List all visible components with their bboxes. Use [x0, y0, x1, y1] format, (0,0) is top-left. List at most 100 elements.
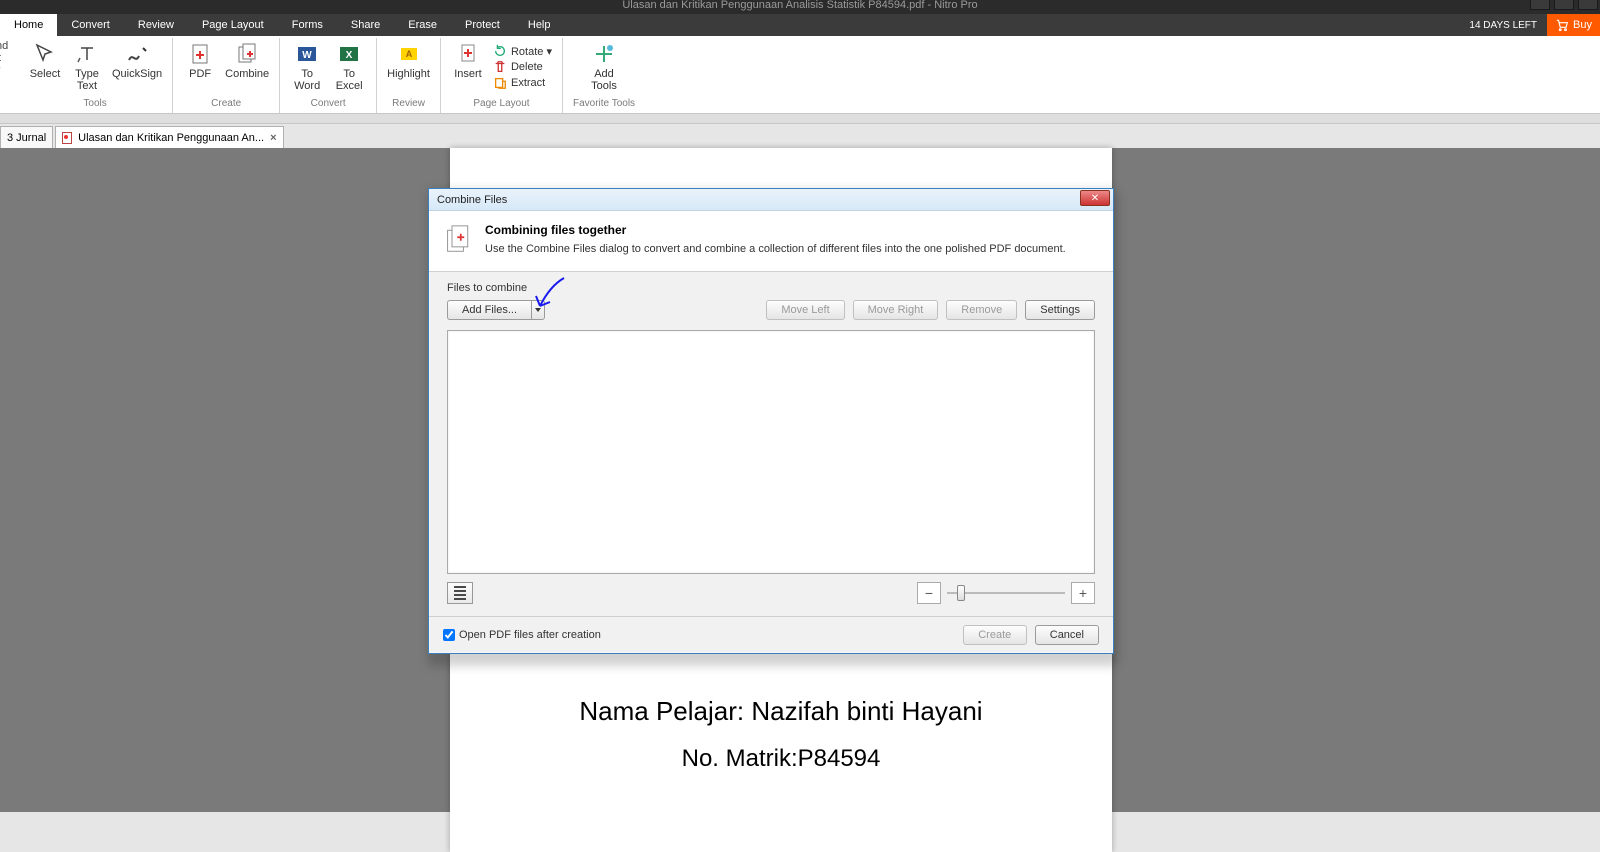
svg-text:A: A [405, 49, 412, 59]
zoom-in-button[interactable]: + [1071, 582, 1095, 604]
menu-tab-share[interactable]: Share [337, 14, 394, 36]
highlight-icon: A [397, 42, 421, 66]
menu-tab-home[interactable]: Home [0, 14, 57, 36]
menu-tab-protect[interactable]: Protect [451, 14, 514, 36]
menu-tab-review[interactable]: Review [124, 14, 188, 36]
minimize-button[interactable] [1530, 0, 1550, 10]
combine-tool[interactable]: Combine [225, 42, 269, 80]
highlight-tool[interactable]: A Highlight [387, 42, 430, 80]
zoom-slider-thumb[interactable] [957, 585, 965, 601]
insert-tool[interactable]: Insert [451, 42, 485, 80]
insert-label: Insert [454, 68, 482, 80]
file-list[interactable] [447, 330, 1095, 574]
cart-icon [1555, 18, 1569, 32]
rotate-icon [493, 44, 507, 58]
pdf-tool[interactable]: PDF [183, 42, 217, 80]
settings-button[interactable]: Settings [1025, 300, 1095, 320]
to-word-tool[interactable]: W To Word [290, 42, 324, 92]
menu-tab-help[interactable]: Help [514, 14, 565, 36]
trial-days-left: 14 DAYS LEFT [1459, 14, 1547, 36]
to-excel-label: To Excel [336, 68, 363, 92]
svg-text:X: X [346, 50, 353, 61]
ribbon-group-favorite-tools: Add Tools Favorite Tools [563, 38, 645, 113]
add-tools[interactable]: Add Tools [587, 42, 621, 92]
document-area: Nama Pelajar: Nazifah binti Hayani No. M… [0, 148, 1600, 812]
zoom-slider[interactable] [947, 582, 1065, 604]
hand-tool-frag-top: nd [0, 40, 8, 52]
list-view-icon [454, 586, 466, 600]
combine-files-dialog: Combine Files ✕ Combining files together… [428, 188, 1114, 654]
close-window-button[interactable] [1578, 0, 1598, 10]
maximize-button[interactable] [1554, 0, 1574, 10]
word-icon: W [295, 42, 319, 66]
zoom-out-button[interactable]: − [917, 582, 941, 604]
dialog-close-button[interactable]: ✕ [1080, 190, 1110, 206]
combine-icon [235, 42, 259, 66]
select-label: Select [30, 68, 61, 80]
menu-tab-page-layout[interactable]: Page Layout [188, 14, 278, 36]
dialog-heading: Combining files together [485, 223, 1066, 237]
select-tool[interactable]: Select [28, 42, 62, 92]
group-label-create: Create [211, 98, 241, 111]
delete-icon [493, 60, 507, 74]
doctab-3-jurnal[interactable]: 3 Jurnal [0, 126, 53, 148]
page-line-nama: Nama Pelajar: Nazifah binti Hayani [450, 696, 1112, 727]
delete-tool[interactable]: Delete [493, 60, 552, 74]
hand-tool-clipped[interactable]: nd t ▾ [0, 56, 16, 86]
type-text-tool[interactable]: Type Text [70, 42, 104, 92]
add-files-button[interactable]: Add Files... [447, 300, 531, 320]
ribbon-group-page-layout: Insert Rotate ▾ Delete Extract Page Layo… [441, 38, 563, 113]
quicksign-tool[interactable]: QuickSign [112, 42, 162, 92]
combine-label: Combine [225, 68, 269, 80]
extract-tool[interactable]: Extract [493, 76, 552, 90]
files-to-combine-label: Files to combine [447, 282, 1095, 294]
dialog-titlebar[interactable]: Combine Files ✕ [429, 189, 1113, 211]
dialog-subtext: Use the Combine Files dialog to convert … [485, 243, 1066, 255]
hand-tool-arrow: ▾ [0, 64, 1, 75]
to-excel-tool[interactable]: X To Excel [332, 42, 366, 92]
doctab-close-icon[interactable]: × [270, 132, 276, 144]
quicksign-label: QuickSign [112, 68, 162, 80]
menu-tab-convert[interactable]: Convert [57, 14, 124, 36]
cancel-button[interactable]: Cancel [1035, 625, 1099, 645]
ribbon-group-convert: W To Word X To Excel Convert [280, 38, 377, 113]
menu-tab-forms[interactable]: Forms [278, 14, 337, 36]
type-text-icon [75, 42, 99, 66]
page-line-matrik: No. Matrik:P84594 [450, 745, 1112, 773]
open-after-checkbox[interactable]: Open PDF files after creation [443, 629, 601, 641]
move-right-button[interactable]: Move Right [853, 300, 939, 320]
open-after-checkbox-input[interactable] [443, 629, 455, 641]
group-label-tools: Tools [83, 98, 106, 111]
pdf-label: PDF [189, 68, 211, 80]
extract-icon [493, 76, 507, 90]
ribbon: nd t ▾ Select Type Text QuickSign Tools … [0, 36, 1600, 114]
add-files-dropdown[interactable] [531, 300, 545, 320]
buy-button[interactable]: Buy [1547, 14, 1600, 36]
list-view-button[interactable] [447, 582, 473, 604]
doctab-ulasan[interactable]: Ulasan dan Kritikan Penggunaan An... × [55, 126, 283, 148]
group-label-favorite-tools: Favorite Tools [573, 98, 635, 111]
highlight-label: Highlight [387, 68, 430, 80]
menu-strip: Home Convert Review Page Layout Forms Sh… [0, 14, 1600, 36]
pdf-file-icon [62, 132, 72, 144]
move-left-button[interactable]: Move Left [766, 300, 844, 320]
add-tools-icon [592, 42, 616, 66]
create-button[interactable]: Create [963, 625, 1027, 645]
extract-label: Extract [511, 77, 545, 89]
group-label-review: Review [392, 98, 425, 111]
ribbon-group-create: PDF Combine Create [173, 38, 280, 113]
cursor-icon [33, 42, 57, 66]
combine-files-icon [445, 223, 473, 255]
hand-tool-frag-bot: t [0, 52, 1, 64]
remove-button[interactable]: Remove [946, 300, 1017, 320]
window-titlebar: Ulasan dan Kritikan Penggunaan Analisis … [0, 0, 1600, 14]
ribbon-group-review: A Highlight Review [377, 38, 441, 113]
group-label-convert: Convert [311, 98, 346, 111]
menu-tab-erase[interactable]: Erase [394, 14, 451, 36]
doctab-label-0: 3 Jurnal [7, 132, 46, 144]
insert-icon [456, 42, 480, 66]
rotate-tool[interactable]: Rotate ▾ [493, 44, 552, 58]
doctab-label-1: Ulasan dan Kritikan Penggunaan An... [78, 132, 264, 144]
rotate-label: Rotate ▾ [511, 45, 552, 58]
dialog-title: Combine Files [437, 194, 507, 206]
